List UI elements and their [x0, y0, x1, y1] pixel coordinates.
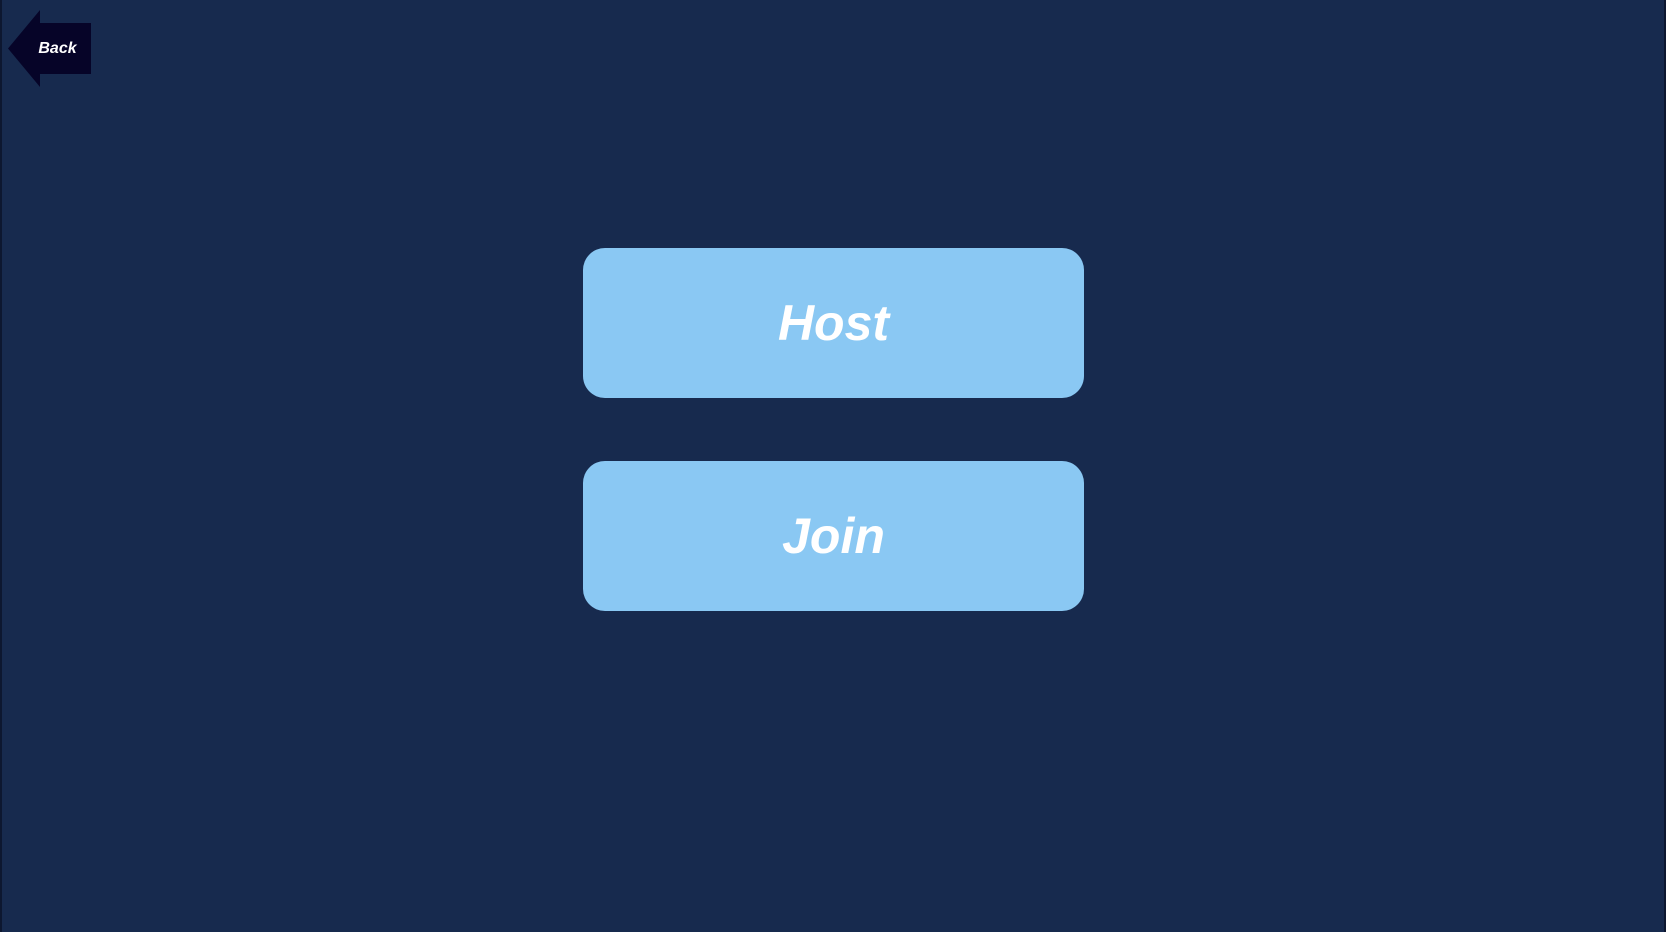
- back-label: Back: [38, 40, 77, 57]
- back-button[interactable]: Back: [8, 10, 91, 87]
- multiplayer-menu-screen: Back Host Join: [0, 0, 1666, 932]
- host-button[interactable]: Host: [583, 248, 1084, 398]
- join-button[interactable]: Join: [583, 461, 1084, 611]
